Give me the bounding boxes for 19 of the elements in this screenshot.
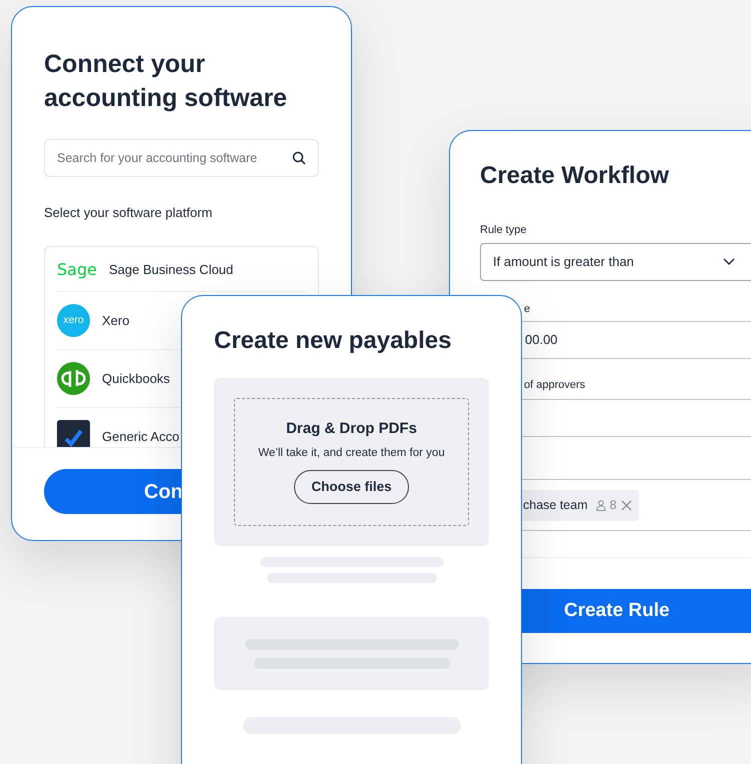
section-label: Select your software platform bbox=[44, 205, 214, 221]
drop-zone-subtitle: We’ll take it, and create them for you bbox=[258, 446, 445, 460]
search-input: Search for your accounting software bbox=[57, 148, 287, 168]
field-label: e bbox=[523, 302, 532, 317]
drop-zone-title: Drag & Drop PDFs bbox=[286, 419, 417, 439]
field-label: of approvers bbox=[523, 378, 586, 393]
card-title: Create Workflow bbox=[480, 161, 670, 191]
field-label: Rule type bbox=[480, 223, 528, 238]
chip-label: chase team bbox=[523, 496, 588, 514]
platform-name: Generic Acco bbox=[102, 428, 180, 446]
brand-logo: xero bbox=[57, 304, 90, 337]
platform-name: Xero bbox=[102, 312, 130, 330]
dropdown-value: If amount is greater than bbox=[493, 253, 635, 272]
card-title: Connect your accounting software bbox=[44, 49, 288, 114]
brand-logo: Sage bbox=[57, 260, 97, 280]
platform-name: Sage Business Cloud bbox=[108, 260, 234, 279]
member-count: 8 bbox=[610, 496, 617, 514]
platform-name: Quickbooks bbox=[102, 370, 170, 388]
card-title: Create new payables bbox=[214, 326, 452, 356]
